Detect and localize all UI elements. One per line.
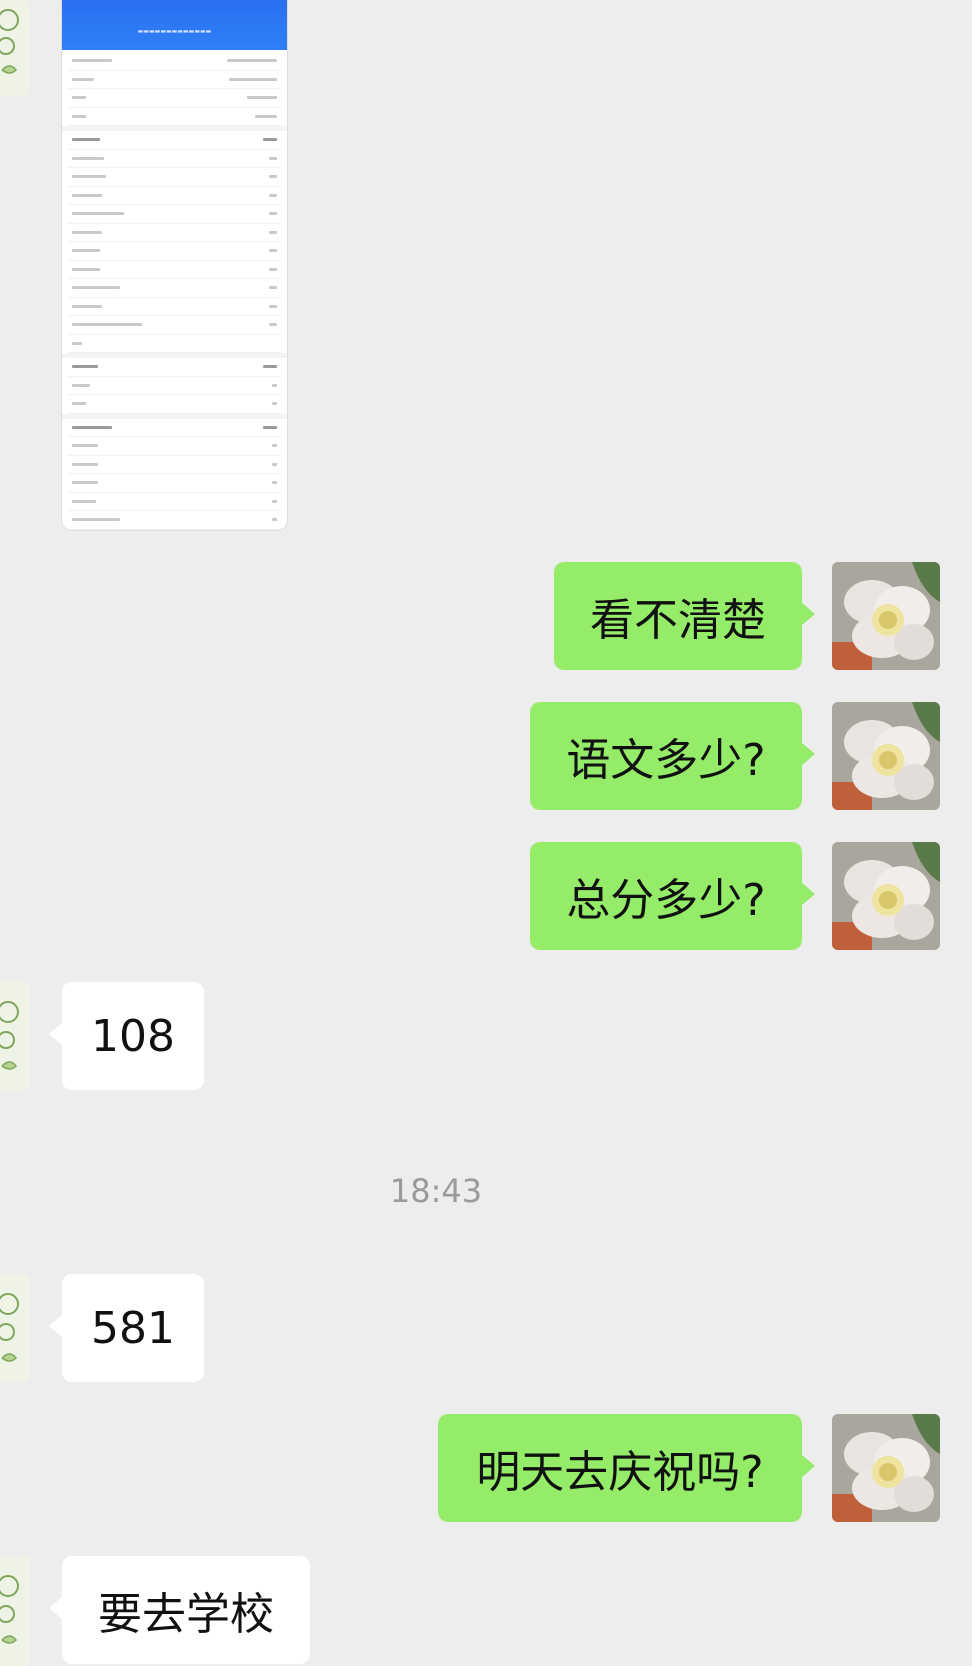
cartoon-avatar-icon	[0, 1001, 19, 1070]
cartoon-avatar-icon	[0, 9, 19, 74]
flower-photo-icon	[832, 1414, 940, 1522]
contact-avatar[interactable]	[0, 0, 30, 96]
screenshot-header-text: ▬▬▬▬▬▬▬▬▬▬▬▬▬	[137, 28, 212, 35]
flower-photo-icon	[832, 702, 940, 810]
self-avatar[interactable]	[832, 702, 940, 810]
contact-avatar[interactable]	[0, 982, 30, 1090]
received-message-bubble[interactable]: 581	[49, 1274, 204, 1382]
contact-avatar[interactable]	[0, 1274, 30, 1382]
cartoon-avatar-icon	[0, 1293, 19, 1362]
self-avatar[interactable]	[832, 562, 940, 670]
sent-message-bubble[interactable]: 明天去庆祝吗?	[438, 1414, 815, 1522]
sent-message-bubble[interactable]: 总分多少?	[530, 842, 815, 950]
self-avatar[interactable]	[832, 1414, 940, 1522]
chat-timestamp: 18:43	[389, 1172, 483, 1210]
flower-photo-icon	[832, 562, 940, 670]
screenshot-header: ▬▬▬▬▬▬▬▬▬▬▬▬▬	[62, 0, 287, 50]
self-avatar[interactable]	[832, 842, 940, 950]
message-text: 看不清楚	[590, 595, 766, 646]
message-text: 总分多少?	[566, 875, 766, 926]
flower-photo-icon	[832, 842, 940, 950]
message-text: 108	[91, 1010, 175, 1062]
received-message-bubble[interactable]: 108	[49, 982, 204, 1090]
message-text: 语文多少?	[566, 735, 766, 786]
message-text: 明天去庆祝吗?	[476, 1447, 764, 1498]
cartoon-avatar-icon	[0, 1575, 19, 1644]
message-text: 581	[91, 1302, 175, 1354]
screenshot-image-message[interactable]: ▬▬▬▬▬▬▬▬▬▬▬▬▬	[62, 0, 287, 530]
contact-avatar[interactable]	[0, 1556, 30, 1666]
sent-message-bubble[interactable]: 语文多少?	[530, 702, 815, 810]
received-message-bubble[interactable]: 要去学校	[49, 1556, 310, 1664]
screenshot-table	[62, 50, 287, 530]
sent-message-bubble[interactable]: 看不清楚	[554, 562, 815, 670]
message-text: 要去学校	[98, 1589, 274, 1640]
